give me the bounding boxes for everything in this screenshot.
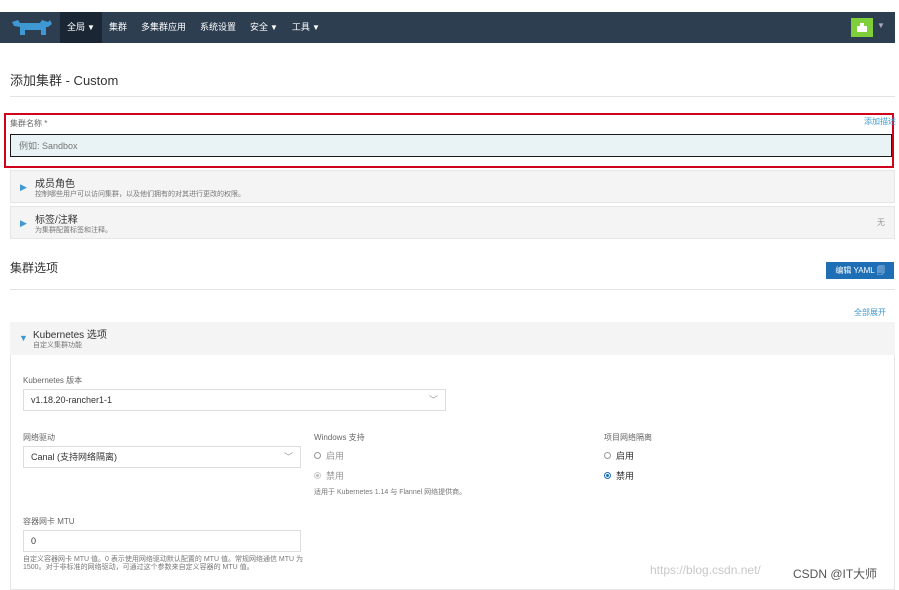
radio-circle — [314, 452, 321, 459]
radio-label: 启用 — [326, 451, 345, 461]
mtu-input[interactable] — [23, 530, 301, 552]
network-driver-label: 网络驱动 — [23, 433, 55, 442]
select-value: Canal (支持网络隔离) — [31, 452, 118, 462]
radio-label: 禁用 — [616, 471, 635, 481]
expand-all-link[interactable]: 全部展开 — [854, 307, 886, 318]
select-value: v1.18.20-rancher1-1 — [31, 395, 113, 405]
nav-clusters[interactable]: 集群 — [102, 12, 134, 43]
watermark-brand: CSDN @IT大师 — [793, 567, 878, 581]
cluster-name-label: 集群名称 * — [10, 119, 48, 128]
mtu-help-text: 自定义容器网卡 MTU 值。0 表示使用网络驱动默认配置的 MTU 值。常规网络… — [23, 556, 303, 571]
watermark-url: https://blog.csdn.net/ — [650, 563, 761, 577]
windows-disable-radio[interactable]: 禁用 — [314, 469, 344, 482]
accordion-title: Kubernetes 选项 — [33, 330, 107, 341]
accordion-subtitle: 为集群配置标签和注释。 — [35, 227, 112, 234]
mtu-label: 容器网卡 MTU — [23, 517, 75, 526]
nav-settings[interactable]: 系统设置 — [193, 12, 243, 43]
k8s-version-label: Kubernetes 版本 — [23, 376, 83, 385]
radio-circle — [604, 452, 611, 459]
expand-arrow-icon: ▶ — [20, 182, 27, 192]
nav-security[interactable]: 安全 ▼ — [243, 12, 285, 43]
main-nav: 全局 ▼ 集群 多集群应用 系统设置 安全 ▼ 工具 ▼ — [60, 12, 327, 43]
accordion-status: 无 — [877, 218, 885, 227]
edit-yaml-button[interactable]: 编辑 YAML 🗐 — [826, 262, 894, 279]
project-isolation-label: 项目网络隔离 — [604, 433, 652, 442]
isolation-enable-radio[interactable]: 启用 — [604, 449, 634, 462]
k8s-version-select[interactable]: v1.18.20-rancher1-1 ﹀ — [23, 389, 446, 411]
chevron-down-icon[interactable]: ▼ — [877, 21, 885, 30]
chevron-down-icon: ▼ — [87, 23, 95, 32]
radio-label: 启用 — [616, 451, 635, 461]
add-description-link[interactable]: 添加描述 — [864, 116, 896, 127]
accordion-subtitle: 自定义集群功能 — [33, 342, 82, 349]
chevron-down-icon: ﹀ — [283, 452, 293, 462]
nav-global[interactable]: 全局 ▼ — [60, 12, 102, 43]
rancher-logo[interactable] — [10, 18, 54, 38]
windows-enable-radio[interactable]: 启用 — [314, 449, 344, 462]
windows-support-label: Windows 支持 — [314, 433, 365, 442]
cluster-name-input[interactable] — [10, 134, 892, 157]
collapse-arrow-icon: ▼ — [19, 333, 28, 343]
expand-arrow-icon: ▶ — [20, 218, 27, 228]
kubernetes-options-header[interactable]: ▼ Kubernetes 选项 自定义集群功能 — [10, 322, 895, 355]
page-title: 添加集群 - Custom — [10, 73, 119, 88]
nav-multi-cluster-apps[interactable]: 多集群应用 — [134, 12, 193, 43]
members-accordion[interactable]: ▶ 成员角色 控制哪些用户可以访问集群，以及他们拥有的对其进行更改的权限。 — [10, 170, 895, 203]
labels-accordion[interactable]: ▶ 标签/注释 为集群配置标签和注释。 无 — [10, 206, 895, 239]
isolation-disable-radio[interactable]: 禁用 — [604, 469, 634, 482]
chevron-down-icon: ▼ — [270, 23, 278, 32]
top-navbar: 全局 ▼ 集群 多集群应用 系统设置 安全 ▼ 工具 ▼ ▼ — [0, 12, 895, 43]
cluster-options-title: 集群选项 — [10, 261, 59, 275]
radio-label: 禁用 — [326, 471, 345, 481]
chevron-down-icon: ▼ — [311, 23, 320, 32]
accordion-subtitle: 控制哪些用户可以访问集群，以及他们拥有的对其进行更改的权限。 — [35, 191, 245, 198]
nav-tools[interactable]: 工具 ▼ — [285, 12, 327, 43]
network-driver-select[interactable]: Canal (支持网络隔离) ﹀ — [23, 446, 301, 468]
chevron-down-icon: ﹀ — [428, 395, 438, 405]
radio-circle — [314, 472, 321, 479]
windows-help-text: 适用于 Kubernetes 1.14 与 Flannel 网络提供商。 — [314, 489, 467, 496]
divider — [10, 96, 895, 97]
radio-circle — [604, 472, 611, 479]
user-avatar[interactable] — [851, 18, 873, 37]
accordion-title: 成员角色 — [35, 179, 75, 190]
divider — [10, 289, 895, 290]
accordion-title: 标签/注释 — [35, 215, 78, 226]
